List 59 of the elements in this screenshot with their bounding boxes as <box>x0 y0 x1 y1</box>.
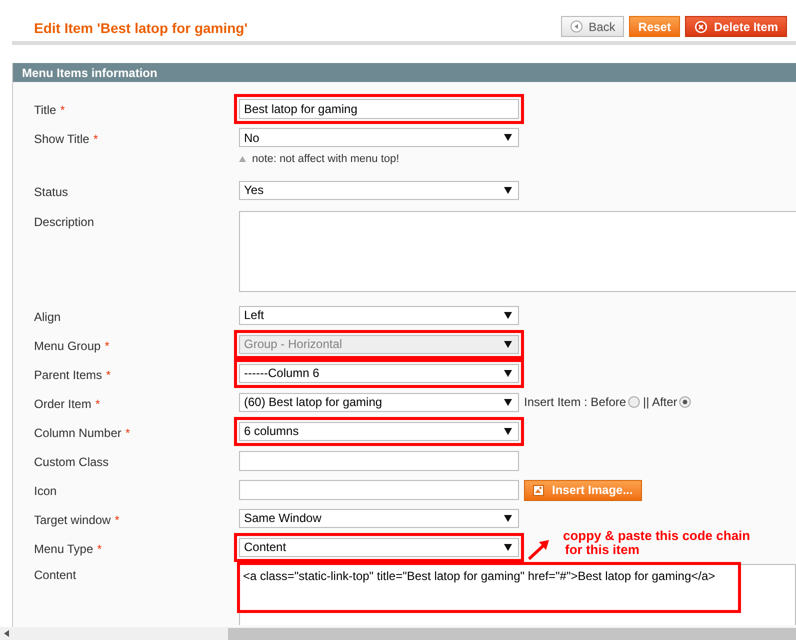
dropdown-field[interactable]: Left <box>239 306 519 324</box>
dropdown-field[interactable]: (60) Best latop for gaming <box>239 392 519 412</box>
dropdown-caret-icon <box>504 398 512 406</box>
field-label: Column Number <box>34 424 122 442</box>
close-icon <box>694 20 708 34</box>
required-mark: * <box>95 396 100 412</box>
required-mark: * <box>125 424 130 442</box>
required-mark: * <box>104 338 110 354</box>
required-mark: * <box>93 131 98 148</box>
dropdown-caret-icon <box>504 340 512 348</box>
dropdown-caret-icon <box>504 370 512 376</box>
required-mark: * <box>114 512 120 528</box>
description-field[interactable] <box>239 210 796 292</box>
field-label: Parent Items <box>34 366 102 384</box>
field-note: note: not affect with menu top! <box>252 152 400 167</box>
dropdown-caret-icon <box>504 134 512 141</box>
dropdown-caret-icon <box>504 186 512 194</box>
code-text: <a class="static-link-top" title="Best latop for gaming" href="#">Best latop for gaming</a> <box>243 568 716 582</box>
back-button[interactable]: Back <box>560 16 624 37</box>
field-label: Align <box>34 308 61 326</box>
page-title: Edit Item 'Best latop for gaming' <box>34 19 248 38</box>
dropdown-caret-icon <box>504 544 512 550</box>
required-mark: * <box>106 366 111 384</box>
triangle-icon <box>239 156 246 162</box>
field-label: Menu Group <box>34 338 101 354</box>
required-mark: * <box>60 102 65 119</box>
field-label: Menu Type <box>34 540 94 558</box>
field-label: Target window <box>34 512 111 528</box>
horizontal-scrollbar[interactable] <box>0 627 796 640</box>
delete-button[interactable]: Delete Item <box>684 16 787 37</box>
field-label: Icon <box>34 482 57 500</box>
required-mark: * <box>97 540 102 558</box>
text-field[interactable] <box>239 480 519 500</box>
field-label: Content <box>34 566 76 584</box>
text-field[interactable] <box>239 450 519 470</box>
dropdown-caret-icon <box>504 428 512 434</box>
field-label: Title <box>34 102 56 119</box>
field-label: Order Item <box>34 396 92 412</box>
radio-button[interactable] <box>628 396 640 408</box>
radio-button[interactable] <box>679 396 692 408</box>
dropdown-field[interactable]: ------Column 6 <box>239 364 519 382</box>
dropdown-field[interactable]: Yes <box>239 180 519 200</box>
dropdown-field[interactable]: 6 columns <box>239 422 519 440</box>
radio-label: Insert Item : Before <box>524 394 626 411</box>
dropdown-caret-icon <box>504 514 512 522</box>
field-label: Description <box>34 214 94 230</box>
image-icon <box>533 484 544 496</box>
annotation-text: coppy & paste this code chain for this item <box>563 529 750 557</box>
field-label: Status <box>34 184 68 200</box>
field-label: Show Title <box>34 131 90 148</box>
dropdown-field[interactable]: No <box>239 128 519 147</box>
text-field[interactable]: Best latop for gaming <box>239 99 519 119</box>
content-field[interactable]: <a class="static-link-top" title="Best latop for gaming" href="#">Best latop for gaming</a> <box>239 564 796 624</box>
dropdown-field[interactable]: Content <box>239 538 519 556</box>
radio-label: || After <box>643 394 678 411</box>
dropdown-caret-icon <box>504 312 512 318</box>
dropdown-field[interactable]: Same Window <box>239 508 519 528</box>
section-header: Menu Items information <box>13 63 796 82</box>
field-label: Custom Class <box>34 454 109 470</box>
